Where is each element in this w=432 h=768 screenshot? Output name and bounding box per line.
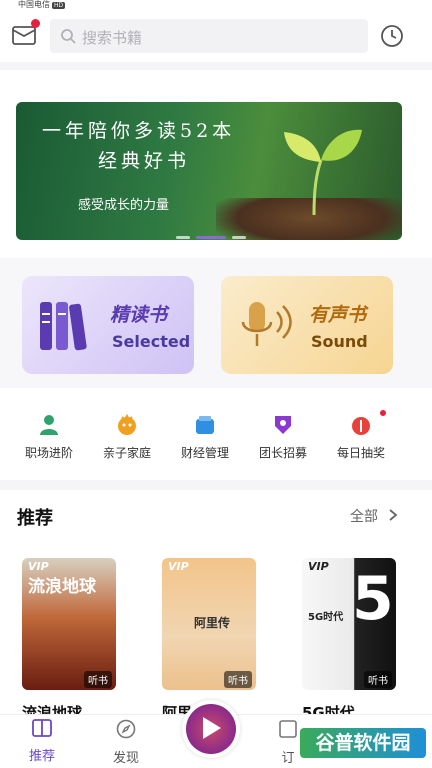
person-icon [40, 415, 58, 435]
banner-headline: 一年陪你多读52本 [42, 120, 236, 142]
audio-book-card[interactable]: 有声书 Sound [221, 276, 393, 374]
tab-discover[interactable]: 发现 [96, 719, 156, 766]
divider [0, 480, 432, 490]
view-all-link[interactable]: 全部 [350, 506, 398, 526]
category-label: 财经管理 [180, 446, 229, 460]
category-finance[interactable]: 财经管理 [170, 414, 240, 461]
family-icon [118, 414, 136, 435]
vip-badge: VIP [308, 560, 329, 573]
cover-title: 流浪地球 [28, 577, 96, 597]
category-label: 团长招募 [258, 446, 307, 460]
tab-label: 发现 [112, 751, 139, 766]
clock-icon [381, 25, 403, 47]
notification-dot [31, 19, 40, 28]
watermark-logo: 谷普软件园 [300, 728, 426, 758]
category-label: 每日抽奖 [336, 446, 385, 460]
category-lottery[interactable]: 每日抽奖 [326, 410, 396, 461]
status-bar: 中国电信 HD [0, 0, 432, 10]
banner-tagline: 感受成长的力量 [78, 198, 170, 213]
book-cover[interactable]: VIP 阿里传 听书 [162, 558, 256, 690]
top-bar: 搜索书籍 [0, 10, 432, 62]
tab-recommend[interactable]: 推荐 [12, 719, 72, 764]
category-career[interactable]: 职场进阶 [14, 414, 84, 461]
lottery-icon [352, 417, 370, 435]
divider [0, 62, 432, 70]
listen-badge: 听书 [224, 671, 252, 688]
promo-banner[interactable]: 一年陪你多读52本 经典好书 感受成长的力量 [16, 102, 402, 240]
notification-dot [380, 410, 386, 416]
cover-numeral: 5 [352, 564, 394, 634]
compass-icon [116, 719, 136, 739]
vip-badge: VIP [168, 560, 189, 573]
chevron-right-icon [389, 509, 398, 521]
listen-badge: 听书 [84, 671, 112, 688]
selected-subtitle: Selected [112, 332, 191, 351]
category-row: 职场进阶 亲子家庭 财经管理 团长招募 每日抽奖 [0, 396, 432, 480]
carousel-indicator [176, 224, 252, 240]
sprout-image [284, 129, 362, 216]
bookshelf-icon [40, 302, 87, 351]
microphone-icon [241, 302, 292, 346]
hd-badge: HD [52, 2, 66, 9]
search-placeholder: 搜索书籍 [82, 29, 143, 47]
mail-button[interactable] [12, 19, 40, 46]
book-cover[interactable]: VIP 流浪地球 听书 [22, 558, 116, 690]
cover-title: 5G时代 [308, 612, 344, 623]
selected-title: 精读书 [110, 304, 168, 326]
category-label: 职场进阶 [24, 446, 73, 460]
search-icon [61, 29, 76, 44]
badge-icon [275, 416, 291, 434]
subscribe-icon [279, 720, 297, 738]
category-label: 亲子家庭 [102, 446, 151, 460]
wallet-icon [196, 416, 214, 434]
cover-title: 阿里传 [194, 616, 231, 630]
section-title: 推荐 [17, 508, 53, 529]
play-icon [203, 717, 221, 739]
listen-badge: 听书 [364, 671, 392, 688]
history-button[interactable] [380, 24, 404, 52]
audio-player-button[interactable] [182, 700, 240, 758]
carrier-label: 中国电信 HD [18, 0, 66, 9]
book-open-icon [32, 719, 52, 737]
banner-subheadline: 经典好书 [98, 150, 191, 172]
sound-title: 有声书 [309, 304, 367, 326]
search-input[interactable]: 搜索书籍 [50, 19, 368, 53]
tab-label: 推荐 [28, 749, 55, 764]
category-leader[interactable]: 团长招募 [248, 414, 318, 461]
category-family[interactable]: 亲子家庭 [92, 414, 162, 461]
book-cover[interactable]: VIP 5 5G时代 听书 [302, 558, 396, 690]
sound-subtitle: Sound [311, 332, 368, 351]
selected-reading-card[interactable]: 精读书 Selected [22, 276, 194, 374]
